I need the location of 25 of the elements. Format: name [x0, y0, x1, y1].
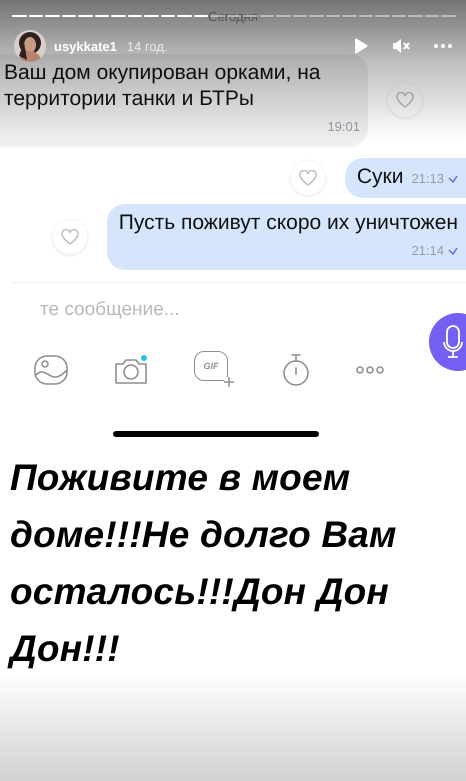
story-caption: Поживите в моем доме!!!Не долго Вам осталось!!!Дон Дон Дон!!!: [10, 449, 460, 677]
message-time: 21:14: [411, 242, 444, 260]
gallery-icon[interactable]: [34, 355, 68, 385]
microphone-icon: [443, 325, 463, 359]
play-icon[interactable]: [354, 38, 368, 54]
more-icon[interactable]: [434, 44, 452, 48]
like-button[interactable]: [388, 83, 422, 117]
message-text: Пусть поживут скоро их уничтожен: [118, 211, 458, 234]
like-button[interactable]: [52, 220, 87, 254]
message-text: Ваш дом окупирован орками, на территории танки и БТРы: [4, 61, 320, 110]
mute-icon[interactable]: [392, 38, 410, 54]
heart-icon: [396, 92, 414, 108]
more-icon[interactable]: [356, 366, 384, 374]
date-separator: Сегодня: [208, 9, 258, 24]
camera-icon[interactable]: [114, 354, 148, 386]
message-text: Суки: [356, 164, 404, 190]
message-time: 19:01: [327, 118, 360, 136]
post-time: 14 год.: [126, 38, 168, 54]
message-time: 21:13: [411, 170, 444, 188]
heart-icon: [298, 170, 317, 186]
username[interactable]: usykkate1: [54, 38, 117, 54]
like-button[interactable]: [290, 161, 325, 195]
message-input[interactable]: те сообщение...: [40, 299, 400, 321]
heart-icon: [60, 229, 79, 245]
timer-icon[interactable]: [282, 353, 310, 387]
